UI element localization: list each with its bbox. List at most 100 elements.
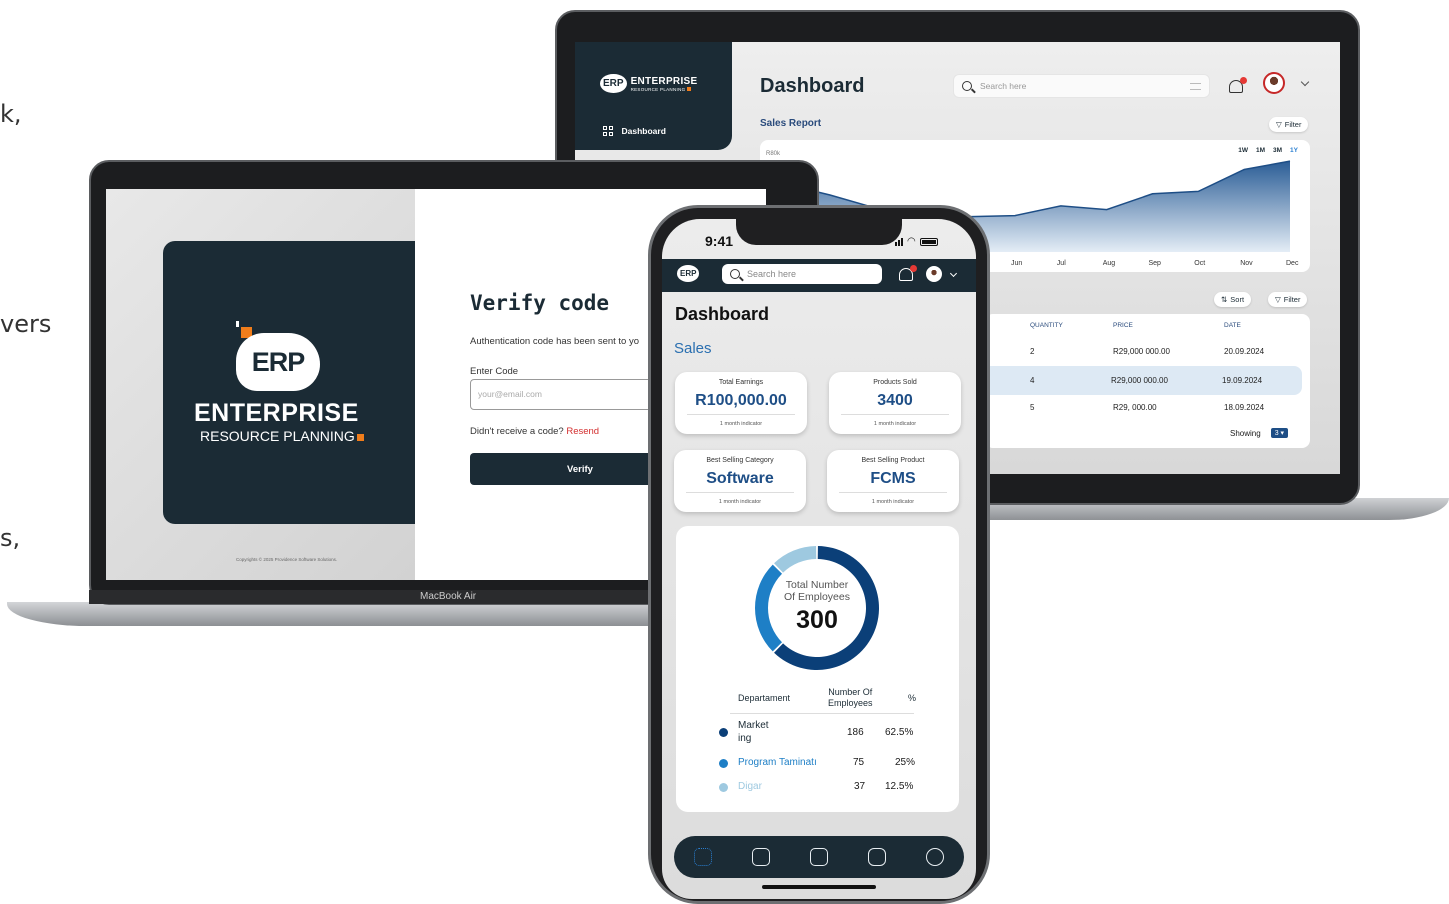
- logo-name: ENTERPRISE: [630, 75, 698, 87]
- phone-notch: [736, 212, 902, 245]
- dept-name: Digar: [738, 781, 762, 792]
- filter-button[interactable]: ▽ Filter: [1269, 117, 1309, 132]
- filter-label: Filter: [1284, 120, 1302, 129]
- search-icon: [962, 81, 972, 91]
- notification-bell-icon[interactable]: [899, 265, 917, 281]
- kpi-label: Best Selling Category: [706, 457, 774, 464]
- battery-icon: [919, 238, 938, 246]
- x-tick-label: Sep: [1149, 260, 1162, 267]
- x-tick-label: Aug: [1103, 260, 1116, 267]
- sales-table: QUANTITY PRICE DATE 2 R29,000 000.00 20.…: [985, 314, 1310, 448]
- table-cell: 4: [1030, 376, 1035, 385]
- donut-slice: [774, 546, 817, 573]
- status-time: 9:41: [705, 233, 734, 249]
- donut-total: 300: [796, 606, 838, 634]
- search-placeholder: Search here: [747, 269, 797, 279]
- verify-title: Verify code: [470, 291, 610, 315]
- table-cell: R29,000 000.00: [1111, 376, 1168, 385]
- erp-brain-logo: ERP: [236, 333, 320, 391]
- resend-link[interactable]: Resend: [566, 426, 599, 437]
- table-cell: R29, 000.00: [1113, 403, 1157, 412]
- funnel-icon: ▽: [1275, 295, 1281, 304]
- sales-report-heading: Sales Report: [760, 118, 822, 129]
- x-tick-label: Nov: [1240, 260, 1253, 267]
- showing-select[interactable]: 3 ▾: [1270, 428, 1289, 438]
- x-tick-label: Oct: [1194, 260, 1205, 267]
- table-cell: 20.09.2024: [1224, 347, 1265, 356]
- dept-name: Market ing: [738, 719, 769, 745]
- dept-percent: 62.5%: [885, 727, 914, 738]
- col-number-of-employees: Number Of Employees: [828, 687, 873, 709]
- kpi-card-best-category[interactable]: Best Selling Category Software 1 month i…: [674, 450, 806, 512]
- kpi-card-best-product[interactable]: Best Selling Product FCMS 1 month indica…: [827, 450, 959, 512]
- divider: [730, 713, 914, 714]
- sidebar-logo: ERP ENTERPRISE RESOURCE PLANNING: [600, 74, 697, 93]
- profile-icon[interactable]: [868, 848, 886, 866]
- donut-label: Total Number Of Employees: [747, 579, 887, 603]
- status-icons: ◠: [895, 236, 938, 247]
- kpi-indicator: 1 month indicator: [873, 421, 917, 427]
- phone-search-input[interactable]: Search here: [722, 264, 882, 284]
- dept-count: 37: [854, 781, 866, 792]
- notification-bell-icon[interactable]: [1229, 77, 1247, 93]
- crm-icon[interactable]: [752, 848, 770, 866]
- table-cell: 19.09.2024: [1222, 376, 1263, 385]
- kpi-value: Software: [706, 470, 774, 487]
- brand-subtitle: RESOURCE PLANNING: [200, 428, 364, 444]
- table-filter-button[interactable]: ▽ Filter: [1268, 292, 1308, 307]
- showing-value: 3: [1274, 430, 1279, 437]
- logo-subtitle: RESOURCE PLANNING: [630, 86, 686, 92]
- chevron-down-icon[interactable]: [949, 269, 958, 278]
- header-line: Employees: [828, 698, 873, 708]
- x-tick-label: Jul: [1057, 260, 1066, 267]
- table-cell: 2: [1030, 347, 1035, 356]
- legend-dot: [719, 759, 728, 768]
- resend-line: Didn't receive a code? Resend: [470, 426, 599, 437]
- col-quantity: QUANTITY: [1030, 322, 1063, 329]
- reports-icon[interactable]: [810, 848, 828, 866]
- inventory-icon[interactable]: [926, 848, 944, 866]
- bottom-tab-bar: [674, 836, 964, 878]
- chevron-down-icon[interactable]: [1300, 77, 1310, 87]
- wifi-icon: ◠: [907, 236, 916, 247]
- kpi-indicator: 1 month indicator: [719, 421, 763, 427]
- table-cell: 5: [1030, 403, 1035, 412]
- dept-name-line: Market: [738, 720, 769, 731]
- code-input[interactable]: your@email.com: [470, 379, 670, 410]
- page-title: Dashboard: [760, 75, 865, 97]
- kpi-label: Products Sold: [873, 379, 917, 386]
- avatar[interactable]: [926, 266, 942, 282]
- erp-logo-mark: ERP: [677, 265, 700, 282]
- sidebar-item-dashboard[interactable]: Dashboard: [603, 126, 666, 136]
- logo-pixel: [236, 321, 239, 327]
- col-date: DATE: [1224, 322, 1241, 329]
- legend-dot: [719, 783, 728, 792]
- search-input[interactable]: Search here: [953, 74, 1210, 98]
- search-placeholder: Search here: [980, 81, 1027, 91]
- dept-count: 186: [847, 727, 864, 738]
- kpi-label: Best Selling Product: [861, 457, 925, 464]
- dashboard-icon[interactable]: [694, 848, 712, 866]
- filter-sliders-icon[interactable]: [1190, 82, 1201, 90]
- phone-screen: 9:41 ◠ ERP Search here Dashboard Sales T…: [662, 219, 976, 899]
- x-tick-label: Jun: [1011, 260, 1022, 267]
- auth-message: Authentication code has been sent to yo: [470, 336, 640, 347]
- brand-subtitle-text: RESOURCE PLANNING: [200, 428, 355, 444]
- employees-card: Total Number Of Employees 300 Departamen…: [676, 526, 959, 812]
- legend-dot: [719, 728, 728, 737]
- col-price: PRICE: [1113, 322, 1133, 329]
- sort-icon: ⇅: [1221, 295, 1228, 304]
- sort-label: Sort: [1230, 295, 1245, 304]
- kpi-indicator: 1 month indicator: [718, 499, 762, 505]
- code-label: Enter Code: [470, 366, 519, 377]
- sort-button[interactable]: ⇅ Sort: [1214, 292, 1252, 307]
- kpi-card-products-sold[interactable]: Products Sold 3400 1 month indicator: [829, 372, 961, 434]
- signal-icon: [895, 238, 903, 246]
- filter-label: Filter: [1283, 295, 1301, 304]
- kpi-value: FCMS: [870, 470, 916, 487]
- marketing-fragment-1: k,: [0, 100, 22, 128]
- funnel-icon: ▽: [1276, 120, 1282, 129]
- col-percent: %: [908, 693, 917, 703]
- kpi-card-total-earnings[interactable]: Total Earnings R100,000.00 1 month indic…: [675, 372, 807, 434]
- avatar[interactable]: [1263, 72, 1285, 94]
